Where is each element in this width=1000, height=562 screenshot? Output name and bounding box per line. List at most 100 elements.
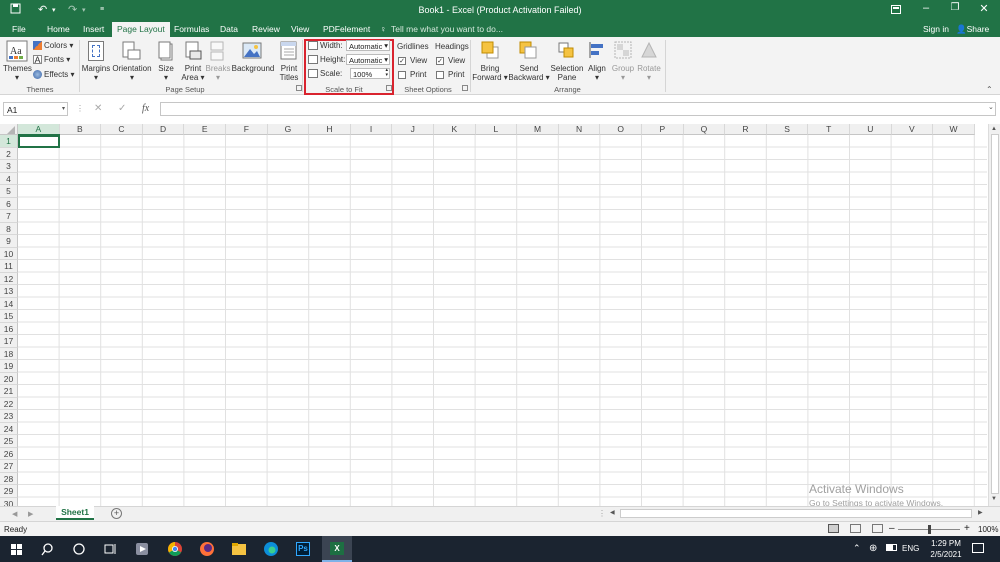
media-player-icon[interactable] <box>131 539 153 559</box>
themes-icon[interactable]: Aa <box>6 40 28 62</box>
scroll-up-icon[interactable]: ▲ <box>991 126 997 132</box>
name-box[interactable]: A1 ▾ <box>3 102 68 116</box>
row-header-28[interactable]: 28 <box>0 472 18 485</box>
row-header-27[interactable]: 27 <box>0 460 18 473</box>
row-header-13[interactable]: 13 <box>0 285 18 298</box>
spinner-arrows-icon[interactable]: ▴ ▾ <box>385 68 388 78</box>
row-header-30[interactable]: 30 <box>0 497 18 506</box>
tab-pdfelement[interactable]: PDFelement <box>323 24 370 34</box>
print-area-label-2-wrap[interactable]: Area ▾ <box>180 73 206 83</box>
column-header-q[interactable]: Q <box>683 124 726 135</box>
column-header-v[interactable]: V <box>891 124 934 135</box>
tab-home[interactable]: Home <box>47 24 70 34</box>
close-icon[interactable]: ✕ <box>974 2 994 15</box>
next-sheet-icon[interactable]: ▶ <box>28 510 33 518</box>
restore-icon[interactable]: ❐ <box>945 2 965 13</box>
collapse-ribbon-icon[interactable]: ⌃ <box>986 85 993 94</box>
bring-forward-label-2-wrap[interactable]: Forward ▾ <box>472 73 508 83</box>
column-header-p[interactable]: P <box>642 124 684 135</box>
clock[interactable]: 1:29 PM 2/5/2021 <box>928 538 964 560</box>
firefox-icon[interactable] <box>196 539 218 559</box>
select-all-button[interactable] <box>0 124 18 135</box>
file-explorer-icon[interactable] <box>228 539 250 559</box>
row-header-23[interactable]: 23 <box>0 410 18 423</box>
horizontal-scroll-thumb[interactable] <box>620 509 972 518</box>
tab-formulas[interactable]: Formulas <box>174 24 209 34</box>
column-header-h[interactable]: H <box>309 124 351 135</box>
column-header-c[interactable]: C <box>101 124 143 135</box>
row-header-17[interactable]: 17 <box>0 335 18 348</box>
row-header-1[interactable]: 1 <box>0 135 18 148</box>
row-header-10[interactable]: 10 <box>0 247 18 260</box>
headings-print-checkbox[interactable] <box>436 71 444 79</box>
row-header-15[interactable]: 15 <box>0 310 18 323</box>
tab-data[interactable]: Data <box>220 24 238 34</box>
row-header-29[interactable]: 29 <box>0 485 18 498</box>
insert-function-icon[interactable]: fx <box>142 103 149 114</box>
gridlines-print-checkbox[interactable] <box>398 71 406 79</box>
scale-spinner[interactable]: 100% ▴ ▾ <box>350 68 390 79</box>
row-header-26[interactable]: 26 <box>0 447 18 460</box>
share-button[interactable]: 👤Share <box>956 24 989 35</box>
input-language[interactable]: ENG <box>902 544 919 553</box>
row-header-22[interactable]: 22 <box>0 397 18 410</box>
page-layout-view-icon[interactable] <box>850 524 861 533</box>
column-header-w[interactable]: W <box>933 124 975 135</box>
photoshop-icon[interactable]: Ps <box>292 539 314 559</box>
column-header-n[interactable]: N <box>558 124 601 135</box>
add-sheet-icon[interactable]: + <box>111 508 122 519</box>
row-header-12[interactable]: 12 <box>0 272 18 285</box>
row-header-5[interactable]: 5 <box>0 185 18 198</box>
prev-sheet-icon[interactable]: ◀ <box>12 510 17 518</box>
row-header-11[interactable]: 11 <box>0 260 18 273</box>
row-header-7[interactable]: 7 <box>0 210 18 223</box>
tell-me-search[interactable]: Tell me what you want to do... <box>391 24 503 34</box>
enter-icon[interactable]: ✓ <box>118 103 126 114</box>
zoom-level[interactable]: 100% <box>978 525 998 534</box>
horizontal-scrollbar[interactable]: ◀ ▶ <box>608 508 988 520</box>
row-header-19[interactable]: 19 <box>0 360 18 373</box>
vertical-scroll-thumb[interactable] <box>991 134 999 494</box>
tab-view[interactable]: View <box>291 24 309 34</box>
column-header-i[interactable]: I <box>350 124 393 135</box>
network-globe-icon[interactable]: ⊕ <box>869 543 877 554</box>
row-header-24[interactable]: 24 <box>0 422 18 435</box>
column-header-g[interactable]: G <box>267 124 310 135</box>
tab-review[interactable]: Review <box>252 24 280 34</box>
sign-in-link[interactable]: Sign in <box>923 24 949 34</box>
gridlines-view-checkbox[interactable]: ✓ <box>398 57 406 65</box>
zoom-in-icon[interactable]: + <box>964 523 970 534</box>
tab-file[interactable]: File <box>12 24 26 34</box>
row-header-9[interactable]: 9 <box>0 235 18 248</box>
battery-icon[interactable] <box>886 544 897 551</box>
minimize-icon[interactable]: – <box>916 2 936 14</box>
row-header-2[interactable]: 2 <box>0 147 18 160</box>
worksheet-grid[interactable]: ABCDEFGHIJKLMNOPQRSTUVW 1 2 3 4 5 6 7 8 9 10 11 12 1… <box>0 124 987 506</box>
row-header-18[interactable]: 18 <box>0 347 18 360</box>
fonts-button[interactable]: Fonts ▾ <box>44 55 70 65</box>
column-header-r[interactable]: R <box>725 124 767 135</box>
column-header-d[interactable]: D <box>142 124 185 135</box>
column-header-l[interactable]: L <box>475 124 518 135</box>
column-header-j[interactable]: J <box>392 124 434 135</box>
selected-cell-a1[interactable] <box>18 134 60 148</box>
search-icon[interactable] <box>37 539 59 559</box>
send-backward-label-2-wrap[interactable]: Backward ▾ <box>508 73 550 83</box>
tray-chevron-up-icon[interactable]: ⌃ <box>853 543 861 554</box>
ribbon-display-icon[interactable] <box>886 2 906 17</box>
effects-button[interactable]: Effects ▾ <box>44 70 75 80</box>
excel-taskbar-icon[interactable]: X <box>322 536 352 562</box>
chevron-down-icon[interactable]: ▾ <box>62 105 65 112</box>
page-break-view-icon[interactable] <box>872 524 883 533</box>
tab-page-layout[interactable]: Page Layout <box>112 22 170 37</box>
column-header-f[interactable]: F <box>226 124 268 135</box>
vertical-scrollbar[interactable]: ▲ ▼ <box>988 124 1000 506</box>
windows-start-icon[interactable] <box>6 539 28 559</box>
background-button[interactable]: Background <box>231 64 275 74</box>
zoom-slider-thumb[interactable] <box>928 525 931 534</box>
chrome-icon[interactable] <box>164 539 186 559</box>
scroll-left-icon[interactable]: ◀ <box>610 509 615 516</box>
expand-formula-bar-icon[interactable]: ⌄ <box>988 103 994 111</box>
column-header-s[interactable]: S <box>766 124 809 135</box>
edge-icon[interactable] <box>260 539 282 559</box>
